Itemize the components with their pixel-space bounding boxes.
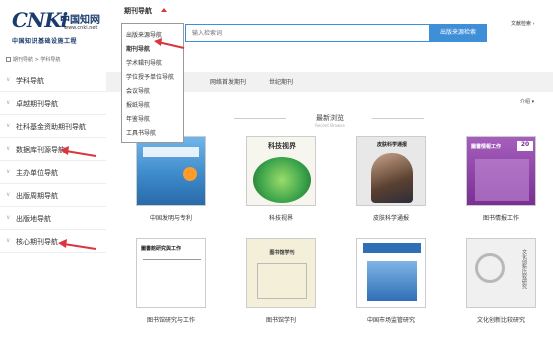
cnki-logo[interactable]: CNKi 中国知网 www.cnki.net 中国知识基础设施工程 — [12, 8, 112, 45]
logo-url: www.cnki.net — [64, 25, 98, 31]
chevron-down-icon: ∨ — [6, 237, 11, 244]
sidebar-item-period[interactable]: ∨ 出版周期导航 — [0, 184, 106, 207]
chevron-down-icon: ∨ — [6, 214, 11, 221]
sidebar-item-subject[interactable]: ∨ 学科导航 — [0, 69, 106, 92]
sidebar-item-sponsor[interactable]: ∨ 主办单位导航 — [0, 161, 106, 184]
caret-up-icon[interactable] — [161, 8, 167, 12]
search-input[interactable] — [186, 25, 429, 41]
red-arrow-icon — [60, 146, 97, 157]
journal-title[interactable]: 图书馆研究与工作 — [116, 315, 226, 324]
sidebar-item-label: 核心期刊导航 — [16, 238, 58, 246]
cream-cover[interactable]: 图书馆学刊 — [246, 238, 316, 308]
journal-title[interactable]: 皮肤科学通报 — [336, 213, 446, 222]
sidebar-item-label: 出版周期导航 — [16, 192, 58, 200]
dropdown-item-academic-series[interactable]: 学术辑刊导航 — [126, 58, 162, 67]
sidebar-item-place[interactable]: ∨ 出版地导航 — [0, 207, 106, 230]
intro-toggle[interactable]: 介绍 ▾ — [520, 98, 534, 105]
recent-browse-subtitle: Recent Browse — [315, 123, 345, 128]
chevron-down-icon: ∨ — [6, 76, 11, 83]
grey-cover[interactable]: 文化创新比较研究 — [466, 238, 536, 308]
sidebar: 期刊导航 > 学科导航 ∨ 学科导航 ∨ 卓越期刊导航 ∨ 社科基金资助期刊导航… — [0, 56, 106, 337]
logo-project-name: 中国知识基础设施工程 — [12, 38, 78, 45]
journal-title[interactable]: 图书情报工作 — [446, 213, 553, 222]
dropdown-item-reference-book[interactable]: 工具书导航 — [126, 128, 156, 137]
sidebar-item-social-fund[interactable]: ∨ 社科基金资助期刊导航 — [0, 115, 106, 138]
logo-wordmark: CNKi — [12, 8, 68, 32]
tab-century-journals[interactable]: 世纪期刊 — [269, 77, 293, 86]
chevron-down-icon: ∨ — [6, 191, 11, 198]
sidebar-item-label: 学科导航 — [16, 77, 44, 85]
red-arrow-icon — [154, 38, 185, 49]
recent-browse-title: 最新浏览 — [316, 114, 344, 122]
tab-online-first[interactable]: 网络首发期刊 — [210, 77, 246, 86]
logo-chinese-name: 中国知网 — [60, 15, 100, 26]
blue-journal-cover[interactable] — [136, 136, 206, 206]
chevron-down-icon: ∨ — [6, 122, 11, 129]
red-arrow-icon — [58, 239, 97, 250]
dropdown-item-newspaper[interactable]: 报纸导航 — [126, 100, 150, 109]
chevron-down-icon: ∨ — [6, 168, 11, 175]
journal-title[interactable]: 中国发明与专利 — [116, 213, 226, 222]
journal-nav-title[interactable]: 期刊导航 — [124, 6, 152, 16]
sidebar-item-label: 社科基金资助期刊导航 — [16, 123, 86, 131]
purple-cover[interactable]: 圖書情報工作 20 — [466, 136, 536, 206]
sidebar-item-label: 卓越期刊导航 — [16, 100, 58, 108]
sidebar-item-label: 主办单位导航 — [16, 169, 58, 177]
breadcrumb-separator: > — [34, 57, 39, 63]
journal-title[interactable]: 科技视界 — [226, 213, 336, 222]
journal-title[interactable]: 图书馆学刊 — [226, 315, 336, 324]
breadcrumb: 期刊导航 > 学科导航 — [6, 56, 60, 64]
dropdown-item-degree-unit[interactable]: 学位授予单位导航 — [126, 72, 174, 81]
sidebar-item-label: 出版地导航 — [16, 215, 51, 223]
page-header: CNKi 中国知网 www.cnki.net 中国知识基础设施工程 期刊导航 出… — [0, 0, 553, 56]
dropdown-item-journal[interactable]: 期刊导航 — [126, 44, 150, 53]
dropdown-item-yearbook[interactable]: 年鉴导航 — [126, 114, 150, 123]
journal-title[interactable]: 文化创新比较研究 — [446, 315, 553, 324]
source-search-button[interactable]: 出版来源检索 — [429, 24, 487, 42]
white-cover[interactable]: 圖書館研究與工作 — [136, 238, 206, 308]
breadcrumb-current: 学科导航 — [40, 57, 61, 63]
home-icon[interactable] — [6, 57, 11, 62]
literature-search-link[interactable]: 文献检索 › — [511, 20, 535, 27]
green-leaf-cover[interactable]: 科技视界 — [246, 136, 316, 206]
breadcrumb-home[interactable]: 期刊导航 — [13, 57, 33, 63]
chevron-down-icon: ∨ — [6, 145, 11, 152]
dropdown-item-conference[interactable]: 会议导航 — [126, 86, 150, 95]
search-field[interactable] — [185, 24, 429, 42]
chevron-down-icon: ∨ — [6, 99, 11, 106]
blue-building-cover[interactable] — [356, 238, 426, 308]
portrait-cover[interactable]: 皮肤科学通报 — [356, 136, 426, 206]
sidebar-item-excellent[interactable]: ∨ 卓越期刊导航 — [0, 92, 106, 115]
journal-title[interactable]: 中国市场监管研究 — [336, 315, 446, 324]
